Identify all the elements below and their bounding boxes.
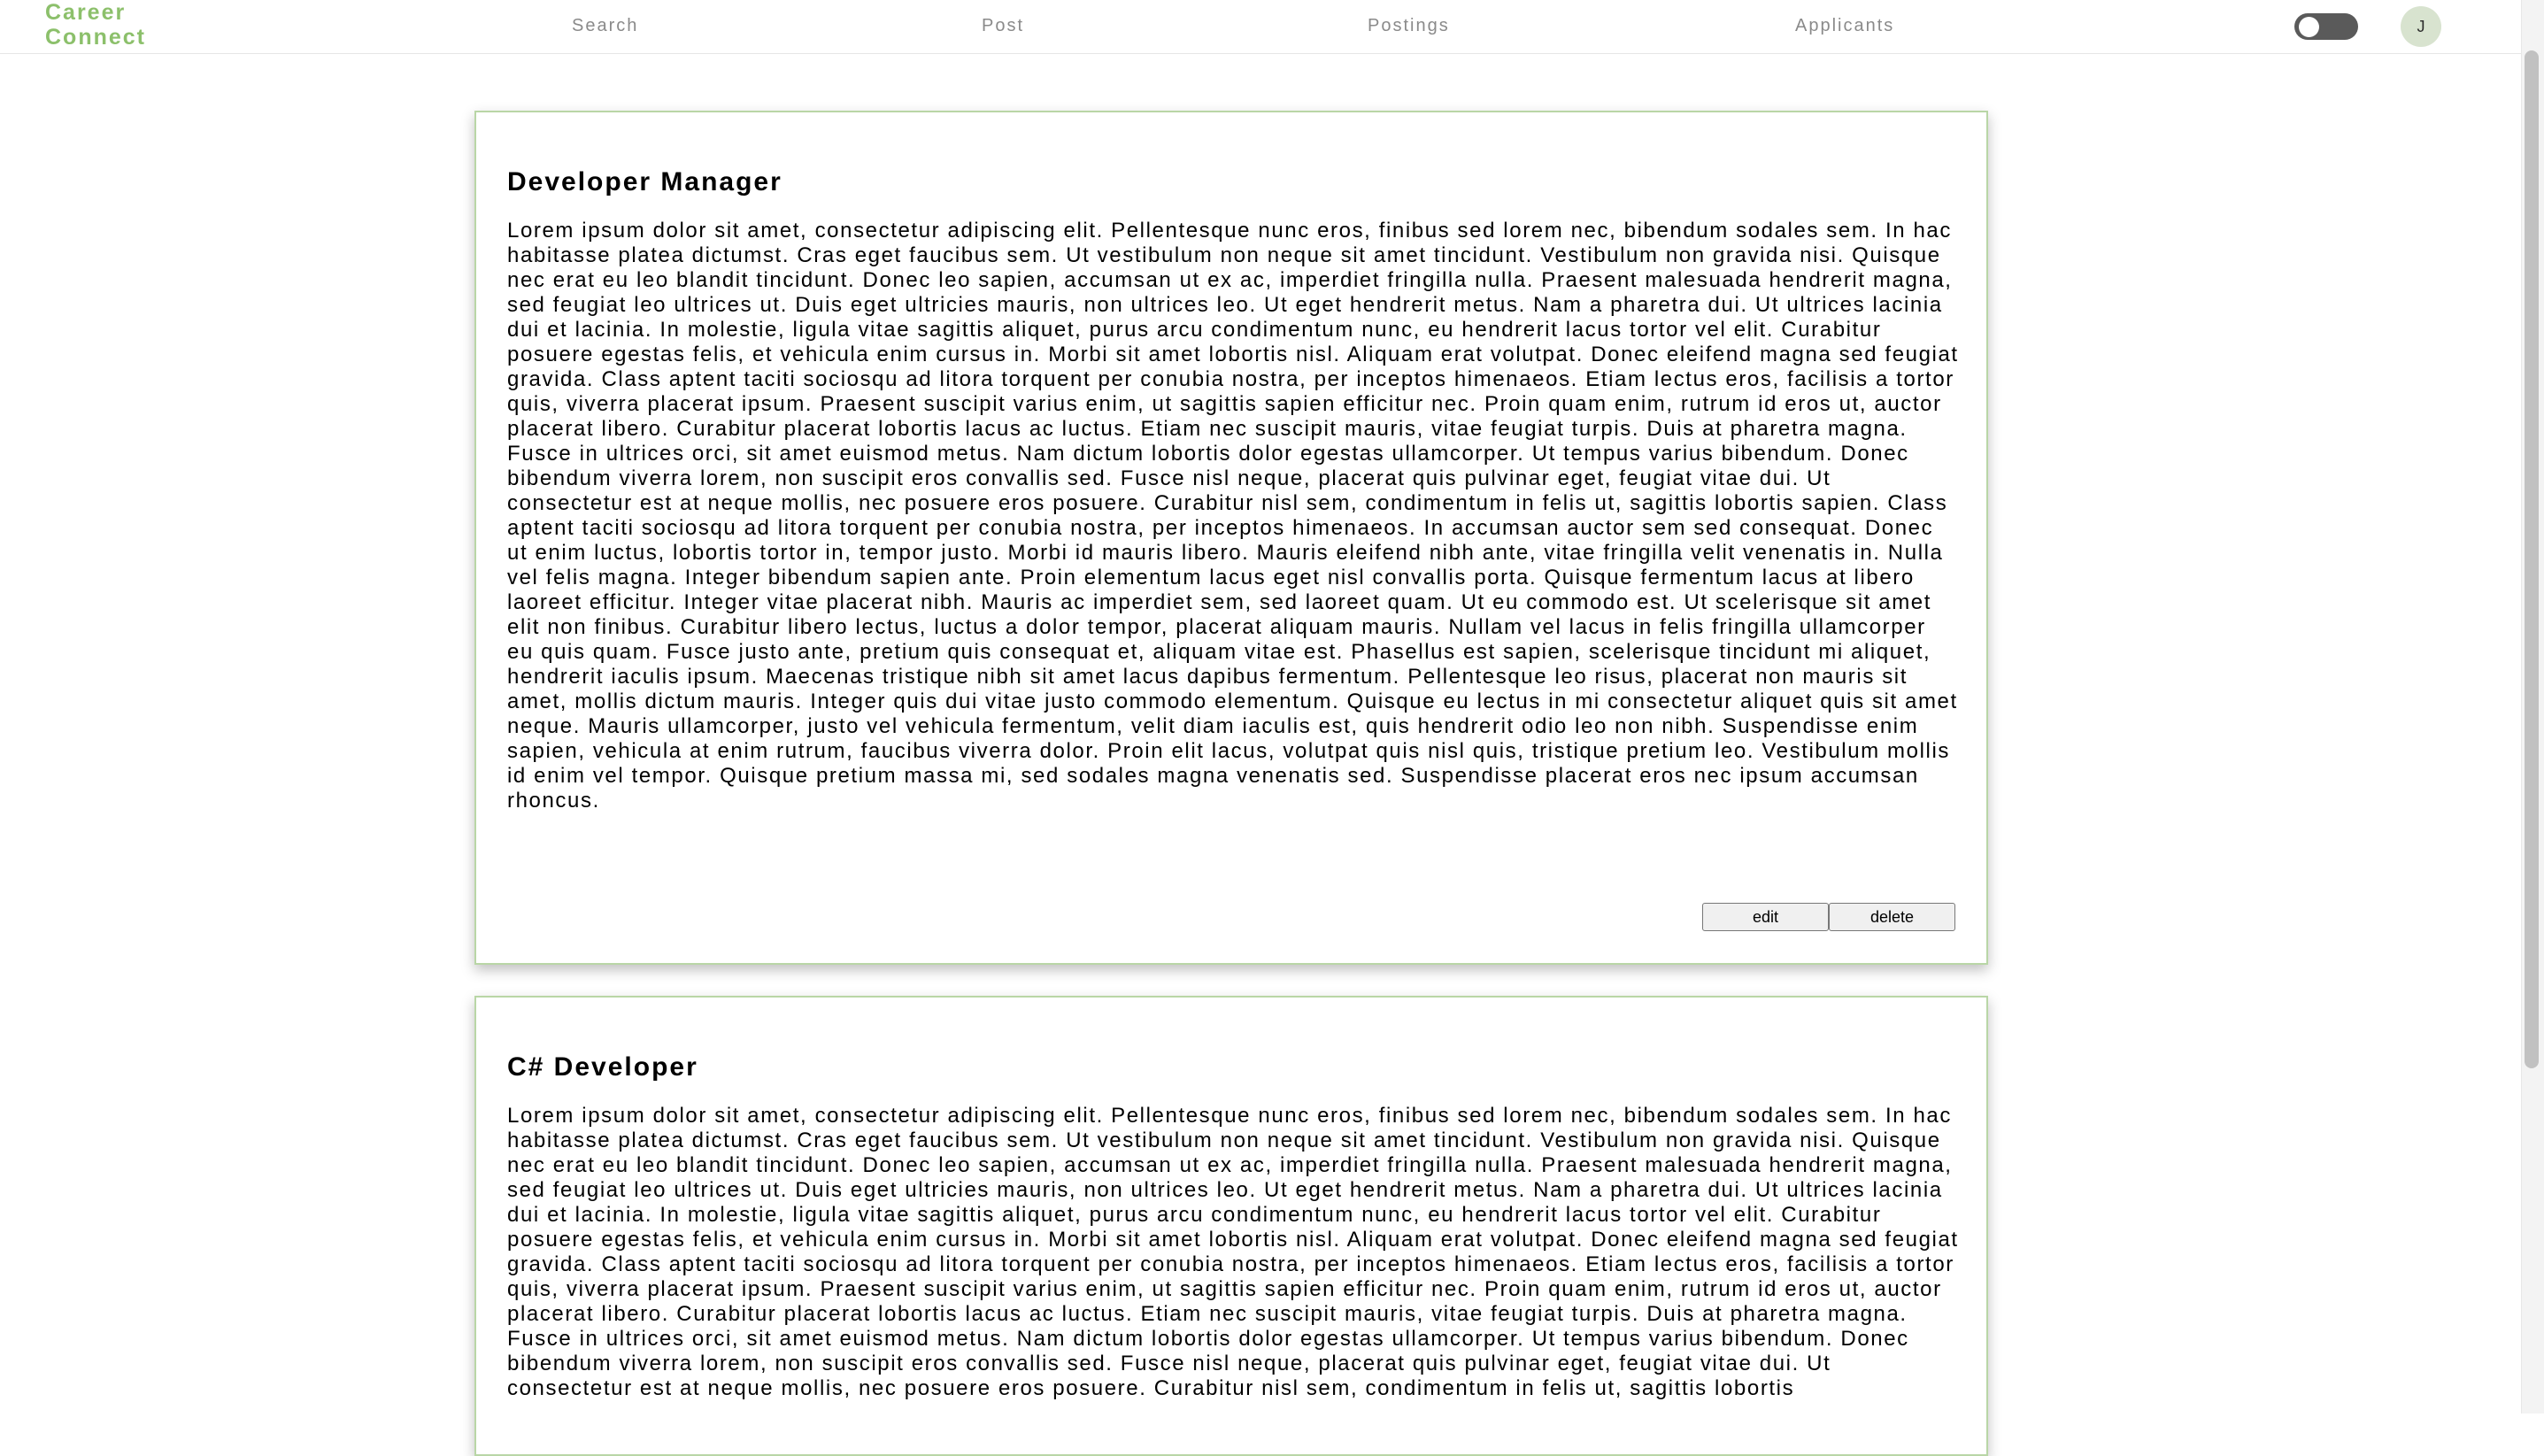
- logo-line-2: Connect: [45, 25, 146, 50]
- nav-postings-link[interactable]: Postings: [1368, 16, 1450, 36]
- nav-search-link[interactable]: Search: [572, 16, 638, 36]
- theme-toggle-switch[interactable]: [2294, 13, 2358, 40]
- logo-line-1: Career: [45, 0, 127, 25]
- toggle-knob: [2299, 17, 2319, 37]
- career-connect-logo[interactable]: Career Connect: [45, 0, 146, 50]
- posting-card-csharp-developer: C# Developer Lorem ipsum dolor sit amet,…: [474, 996, 1988, 1456]
- posting-description: Lorem ipsum dolor sit amet, consectetur …: [507, 219, 1959, 813]
- posting-card-developer-manager: Developer Manager Lorem ipsum dolor sit …: [474, 111, 1988, 965]
- page-scrollbar-thumb[interactable]: [2525, 50, 2539, 1068]
- posting-description: Lorem ipsum dolor sit amet, consectetur …: [507, 1104, 1959, 1400]
- edit-button[interactable]: edit: [1702, 903, 1829, 931]
- posting-title: C# Developer: [507, 1052, 698, 1082]
- delete-button[interactable]: delete: [1829, 903, 1955, 931]
- user-avatar[interactable]: J: [2401, 6, 2441, 47]
- nav-applicants-link[interactable]: Applicants: [1795, 16, 1894, 36]
- posting-title: Developer Manager: [507, 167, 782, 196]
- top-nav-bar: Career Connect Search Post Postings Appl…: [0, 0, 2521, 54]
- nav-post-link[interactable]: Post: [982, 16, 1024, 36]
